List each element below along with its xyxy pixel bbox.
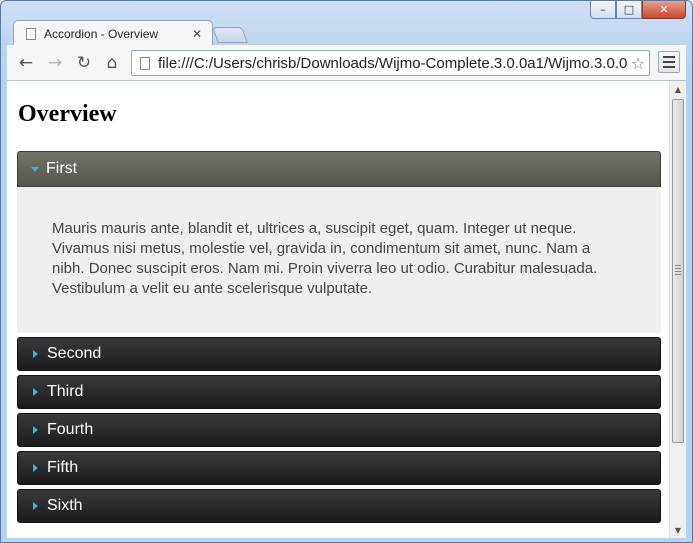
accordion-header-label: Fourth — [47, 421, 94, 438]
accordion-header-label: Sixth — [47, 497, 83, 514]
caret-right-icon — [33, 350, 38, 358]
scrollbar-thumb[interactable] — [672, 99, 684, 443]
menu-icon[interactable] — [658, 51, 680, 73]
caret-right-icon — [33, 388, 38, 396]
close-window-button[interactable]: ✕ — [642, 1, 686, 19]
minimize-button[interactable]: – — [590, 1, 616, 19]
star-icon[interactable]: ☆ — [627, 54, 649, 73]
grip-icon — [675, 265, 681, 277]
page-content: Overview First Mauris mauris ante, bland… — [7, 81, 669, 538]
accordion-header-label: Third — [47, 383, 84, 400]
accordion-header-label: Fifth — [47, 459, 79, 476]
accordion-panel-first: Mauris mauris ante, blandit et, ultrices… — [17, 187, 661, 333]
maximize-button[interactable]: □ — [616, 1, 642, 19]
accordion-header-first[interactable]: First — [17, 151, 661, 187]
browser-tab[interactable]: Accordion - Overview ✕ — [13, 20, 213, 46]
accordion-header-fourth[interactable]: Fourth — [17, 413, 661, 447]
browser-toolbar: ← → ↻ ⌂ file:///C:/Users/chrisb/Download… — [7, 45, 686, 81]
vertical-scrollbar[interactable]: ▲ ▼ — [669, 81, 686, 538]
address-bar[interactable]: file:///C:/Users/chrisb/Downloads/Wijmo-… — [131, 50, 650, 76]
forward-icon[interactable]: → — [44, 53, 66, 73]
page-title: Overview — [18, 101, 117, 127]
accordion-header-label: Second — [47, 345, 102, 362]
caret-right-icon — [33, 426, 38, 434]
accordion-header-second[interactable]: Second — [17, 337, 661, 371]
browser-window: – □ ✕ Accordion - Overview ✕ ← → ↻ ⌂ fil… — [0, 0, 693, 543]
window-controls: – □ ✕ — [590, 1, 686, 19]
url-text[interactable]: file:///C:/Users/chrisb/Downloads/Wijmo-… — [158, 55, 627, 72]
panel-text: Mauris mauris ante, blandit et, ultrices… — [52, 220, 598, 297]
accordion-header-sixth[interactable]: Sixth — [17, 489, 661, 523]
page-icon — [140, 56, 150, 70]
caret-down-icon — [31, 166, 39, 172]
new-tab-button[interactable] — [212, 27, 248, 43]
accordion-header-third[interactable]: Third — [17, 375, 661, 409]
scroll-up-icon[interactable]: ▲ — [670, 81, 686, 97]
accordion-header-fifth[interactable]: Fifth — [17, 451, 661, 485]
home-icon[interactable]: ⌂ — [101, 53, 123, 73]
tab-title: Accordion - Overview — [44, 26, 159, 41]
back-icon[interactable]: ← — [15, 53, 37, 73]
page-icon — [26, 27, 36, 40]
accordion-header-label: First — [46, 160, 78, 177]
page-viewport: Overview First Mauris mauris ante, bland… — [7, 81, 686, 538]
caret-right-icon — [33, 464, 38, 472]
accordion: First Mauris mauris ante, blandit et, ul… — [17, 151, 661, 527]
tab-close-icon[interactable]: ✕ — [192, 27, 202, 41]
caret-right-icon — [33, 502, 38, 510]
reload-icon[interactable]: ↻ — [73, 53, 95, 73]
scroll-down-icon[interactable]: ▼ — [670, 522, 686, 538]
